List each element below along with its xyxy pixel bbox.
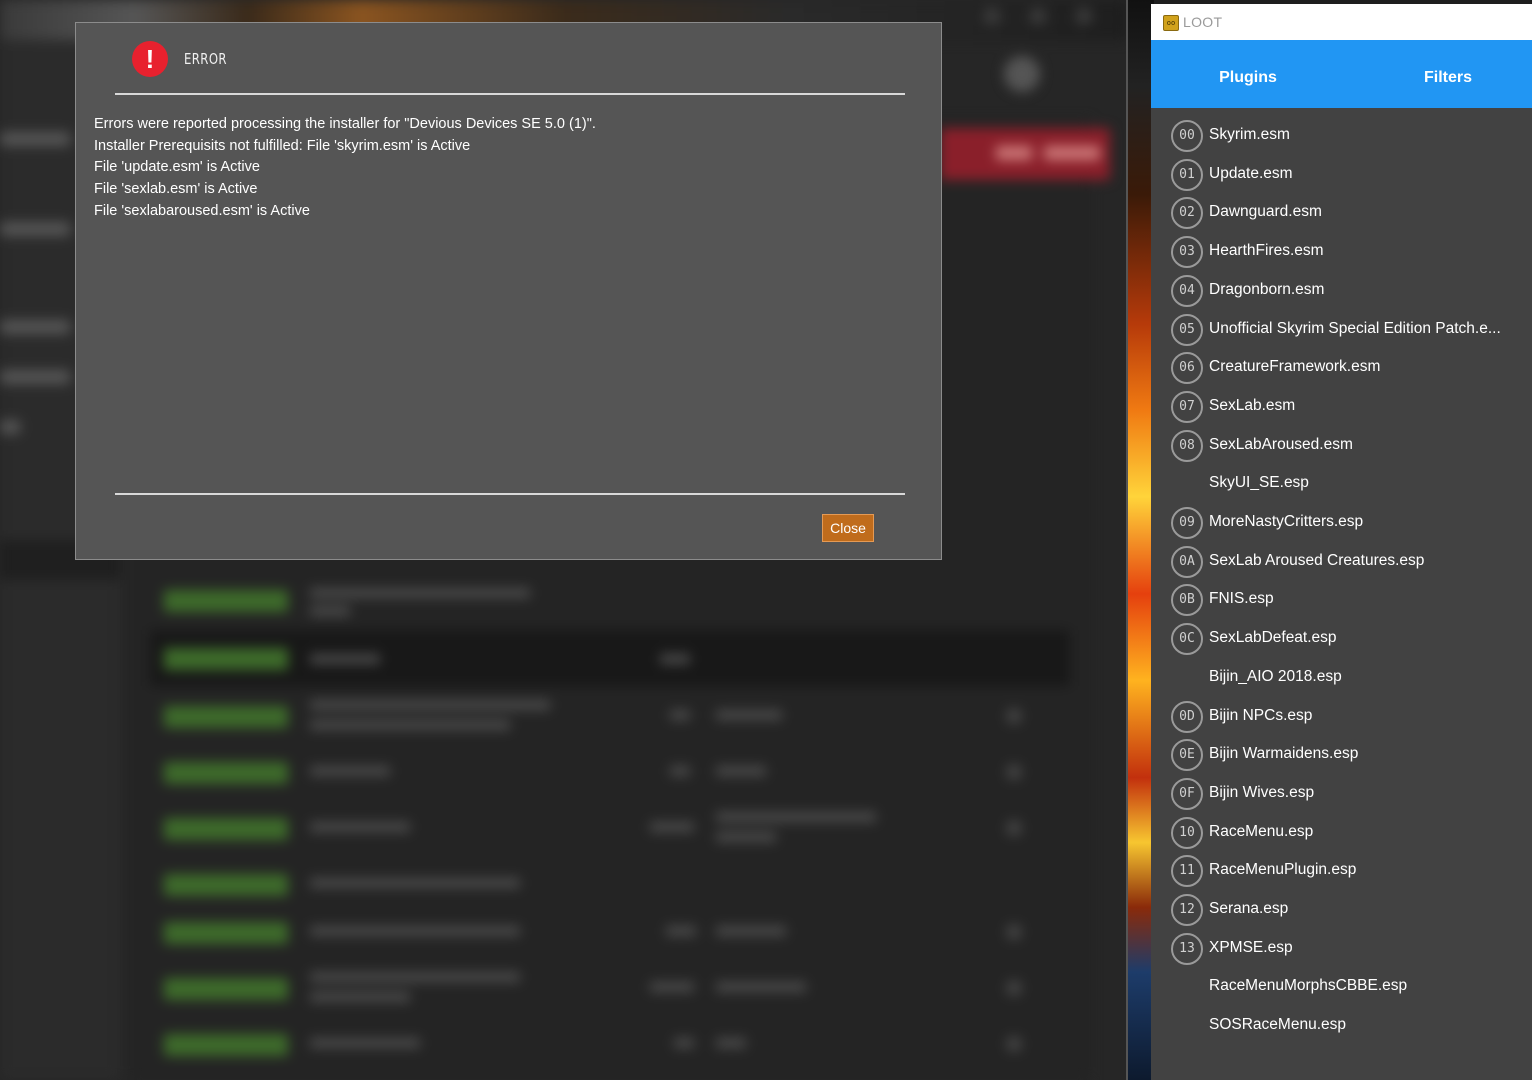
plugin-name: SexLabDefeat.esp xyxy=(1209,629,1337,647)
error-message-line: File 'sexlabaroused.esm' is Active xyxy=(94,202,310,219)
plugin-list-item[interactable]: 05 Unofficial Skyrim Special Edition Patc… xyxy=(1151,312,1532,351)
header-divider xyxy=(115,93,905,95)
load-order-index-badge: 00 xyxy=(1171,120,1203,152)
load-order-index-badge: 0F xyxy=(1171,777,1203,810)
plugin-name: Unofficial Skyrim Special Edition Patch.… xyxy=(1209,319,1501,337)
load-order-index-badge: 07 xyxy=(1171,390,1203,423)
error-message-line: Errors were reported processing the inst… xyxy=(94,116,596,132)
load-order-index-badge: 0A xyxy=(1171,545,1203,578)
background-red-button xyxy=(940,128,1110,180)
load-order-index-badge: 03 xyxy=(1171,236,1203,269)
plugin-name: CreatureFramework.esm xyxy=(1209,358,1381,376)
load-order-index-badge: 02 xyxy=(1171,197,1203,230)
plugin-list-item[interactable]: 02 Dawnguard.esm xyxy=(1151,195,1532,234)
tab-filters[interactable]: Filters xyxy=(1353,40,1532,108)
tab-plugins[interactable]: Plugins xyxy=(1153,40,1343,108)
plugin-list-item[interactable]: 0D Bijin NPCs.esp xyxy=(1151,699,1532,738)
close-button[interactable]: Close xyxy=(822,514,874,542)
plugin-list-item[interactable]: 0B FNIS.esp xyxy=(1151,582,1532,621)
plugin-name: Update.esm xyxy=(1209,164,1293,182)
plugin-name: Bijin NPCs.esp xyxy=(1209,706,1313,724)
plugin-list-item[interactable]: 00 Skyrim.esm xyxy=(1151,118,1532,157)
plugin-list-item[interactable]: RaceMenuMorphsCBBE.esp xyxy=(1151,969,1532,1008)
load-order-index-badge: 08 xyxy=(1171,429,1203,462)
plugin-list-item[interactable]: 07 SexLab.esm xyxy=(1151,389,1532,428)
plugin-name: Serana.esp xyxy=(1209,900,1289,917)
plugin-list-item[interactable]: Bijin_AIO 2018.esp xyxy=(1151,660,1532,699)
plugin-name: Skyrim.esm xyxy=(1209,126,1290,143)
plugin-list-item[interactable]: 13 XPMSE.esp xyxy=(1151,931,1532,970)
error-message-body: Errors were reported processing the inst… xyxy=(94,114,914,223)
plugin-list-item[interactable]: 0C SexLabDefeat.esp xyxy=(1151,621,1532,660)
load-order-index-badge: 0E xyxy=(1171,739,1203,772)
load-order-index-badge: 10 xyxy=(1171,816,1203,849)
background-row xyxy=(150,744,1070,800)
plugin-list-item[interactable]: 11 RaceMenuPlugin.esp xyxy=(1151,853,1532,892)
plugin-list-item[interactable]: 03 HearthFires.esm xyxy=(1151,234,1532,273)
plugin-name: Bijin Wives.esp xyxy=(1209,783,1315,801)
plugin-name: Dawnguard.esm xyxy=(1209,203,1322,221)
plugin-name: RaceMenuMorphsCBBE.esp xyxy=(1209,977,1408,995)
plugin-list-item[interactable]: 06 CreatureFramework.esm xyxy=(1151,350,1532,389)
window-title: LOOT xyxy=(1183,14,1223,30)
load-order-index-badge: 0B xyxy=(1171,584,1203,617)
background-row xyxy=(150,904,1070,960)
plugin-name: SexLab.esm xyxy=(1209,396,1296,414)
load-order-index-badge: 04 xyxy=(1171,274,1203,307)
plugin-list-item[interactable]: 04 Dragonborn.esm xyxy=(1151,273,1532,312)
plugin-list-item[interactable]: SkyUI_SE.esp xyxy=(1151,466,1532,505)
load-order-index-badge: 0D xyxy=(1171,700,1203,733)
background-row xyxy=(150,688,1070,744)
plugin-list-item[interactable]: 08 SexLabAroused.esm xyxy=(1151,428,1532,467)
background-row xyxy=(150,800,1070,856)
background-row xyxy=(150,960,1070,1016)
background-avatar xyxy=(1004,56,1040,92)
plugin-name: MoreNastyCritters.esp xyxy=(1209,513,1364,530)
plugin-name: SkyUI_SE.esp xyxy=(1209,474,1309,492)
error-message-line: File 'update.esm' is Active xyxy=(94,159,260,176)
plugin-name: Dragonborn.esm xyxy=(1209,280,1325,298)
load-order-index-badge: 0C xyxy=(1171,623,1203,656)
error-icon: ! xyxy=(132,41,168,77)
plugin-name: SexLab Aroused Creatures.esp xyxy=(1209,551,1425,569)
plugin-name: Bijin_AIO 2018.esp xyxy=(1209,667,1342,685)
plugin-name: XPMSE.esp xyxy=(1209,938,1293,956)
loot-titlebar[interactable]: oo LOOT xyxy=(1151,4,1532,40)
load-order-index-badge: 09 xyxy=(1171,507,1203,539)
plugin-list-item[interactable]: 12 Serana.esp xyxy=(1151,892,1532,931)
plugin-list-item[interactable]: 01 Update.esm xyxy=(1151,157,1532,196)
plugin-name: Bijin Warmaidens.esp xyxy=(1209,745,1359,763)
plugin-name: SexLabAroused.esm xyxy=(1209,435,1353,453)
plugin-list-item[interactable]: 0A SexLab Aroused Creatures.esp xyxy=(1151,544,1532,583)
load-order-index-badge: 12 xyxy=(1171,894,1203,926)
load-order-index-badge: 11 xyxy=(1171,855,1203,888)
plugin-list-item[interactable]: 0F Bijin Wives.esp xyxy=(1151,776,1532,815)
plugin-list-item[interactable]: SOSRaceMenu.esp xyxy=(1151,1008,1532,1047)
footer-divider xyxy=(115,493,905,495)
plugin-name: FNIS.esp xyxy=(1209,590,1274,608)
loot-tab-bar: Plugins Filters xyxy=(1151,40,1532,108)
plugin-name: HearthFires.esm xyxy=(1209,242,1324,260)
plugin-list-item[interactable]: 0E Bijin Warmaidens.esp xyxy=(1151,737,1532,776)
plugin-name: SOSRaceMenu.esp xyxy=(1209,1016,1346,1034)
error-dialog: ! ERROR Errors were reported processing … xyxy=(75,22,942,560)
background-row xyxy=(150,572,1070,628)
plugin-name: RaceMenuPlugin.esp xyxy=(1209,861,1357,879)
loot-window: oo LOOT Plugins Filters 00 Skyrim.esm 01 Up… xyxy=(1151,4,1532,1080)
load-order-index-badge: 01 xyxy=(1171,158,1203,191)
background-row xyxy=(150,630,1070,686)
error-message-line: File 'sexlab.esm' is Active xyxy=(94,181,258,198)
load-order-index-badge: 05 xyxy=(1171,313,1203,346)
background-row xyxy=(150,1016,1070,1072)
plugin-list-item[interactable]: 09 MoreNastyCritters.esp xyxy=(1151,505,1532,544)
plugin-list-item[interactable]: 10 RaceMenu.esp xyxy=(1151,815,1532,854)
dialog-title: ERROR xyxy=(184,50,227,68)
plugin-name: RaceMenu.esp xyxy=(1209,822,1314,840)
load-order-index-badge: 06 xyxy=(1171,352,1203,385)
desktop-wallpaper-strip xyxy=(1126,0,1154,1080)
loot-logo-icon: oo xyxy=(1163,15,1179,31)
load-order-index-badge: 13 xyxy=(1171,932,1203,965)
error-message-line: Installer Prerequisits not fulfilled: Fi… xyxy=(94,137,471,154)
